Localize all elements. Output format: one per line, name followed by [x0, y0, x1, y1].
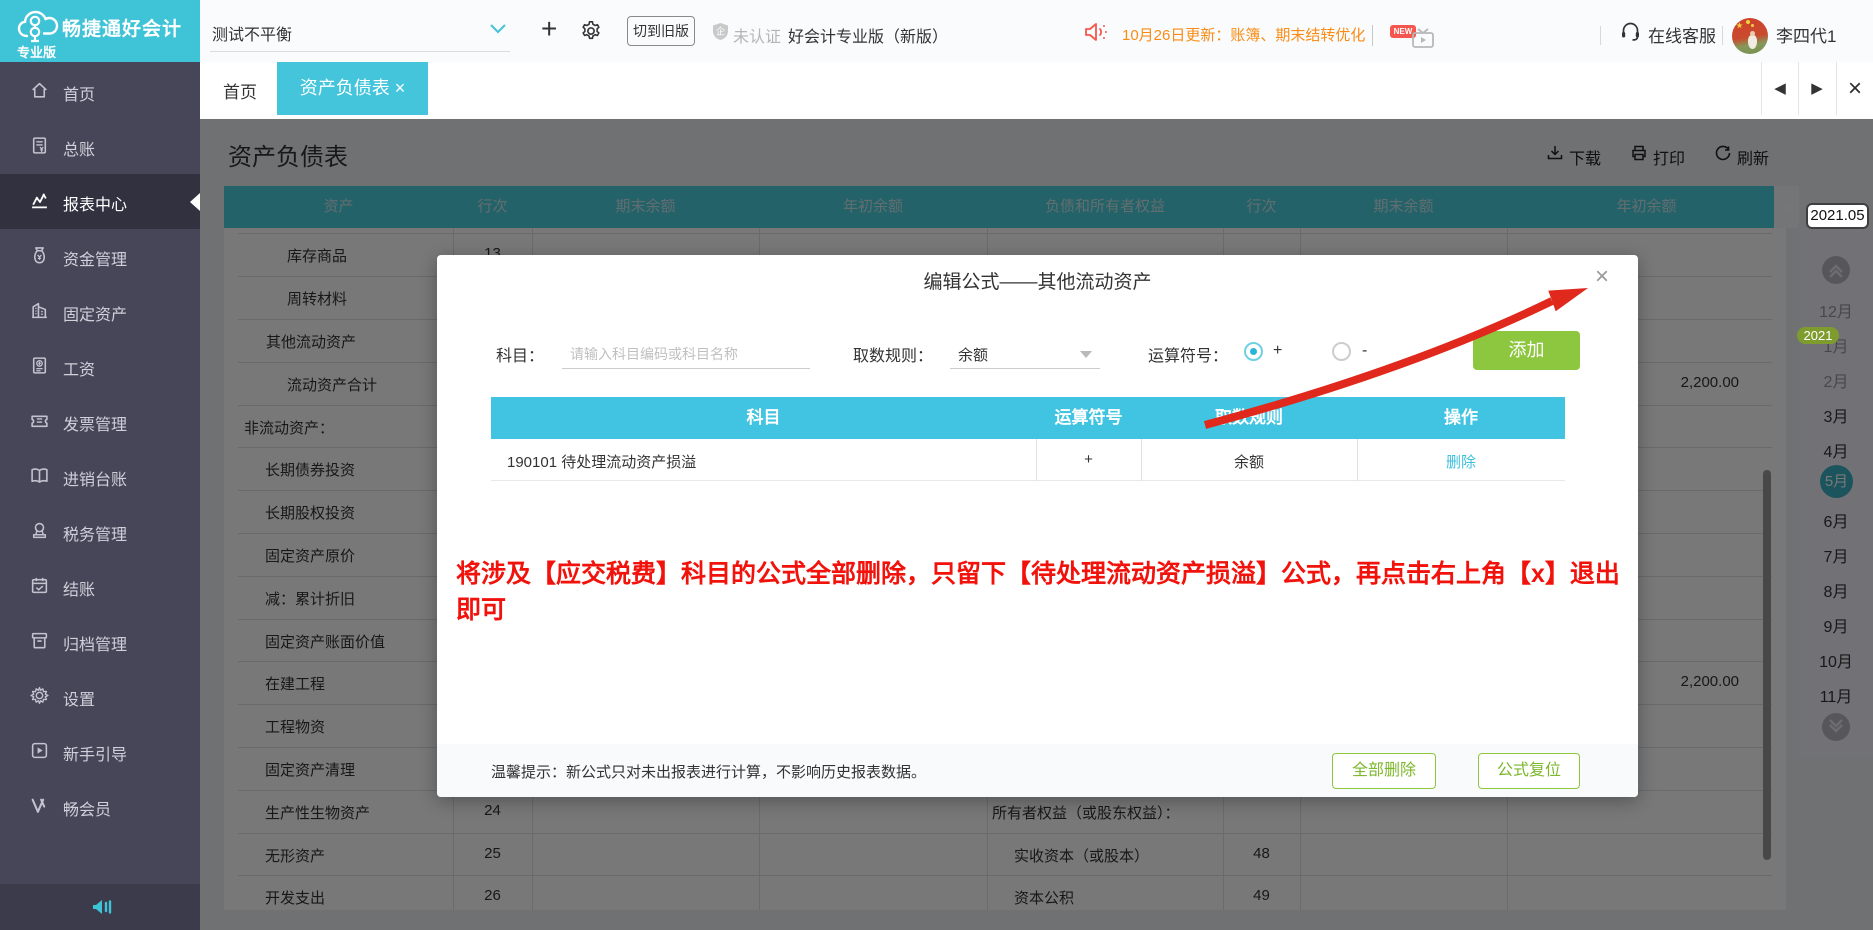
svg-text:企: 企: [716, 26, 725, 37]
